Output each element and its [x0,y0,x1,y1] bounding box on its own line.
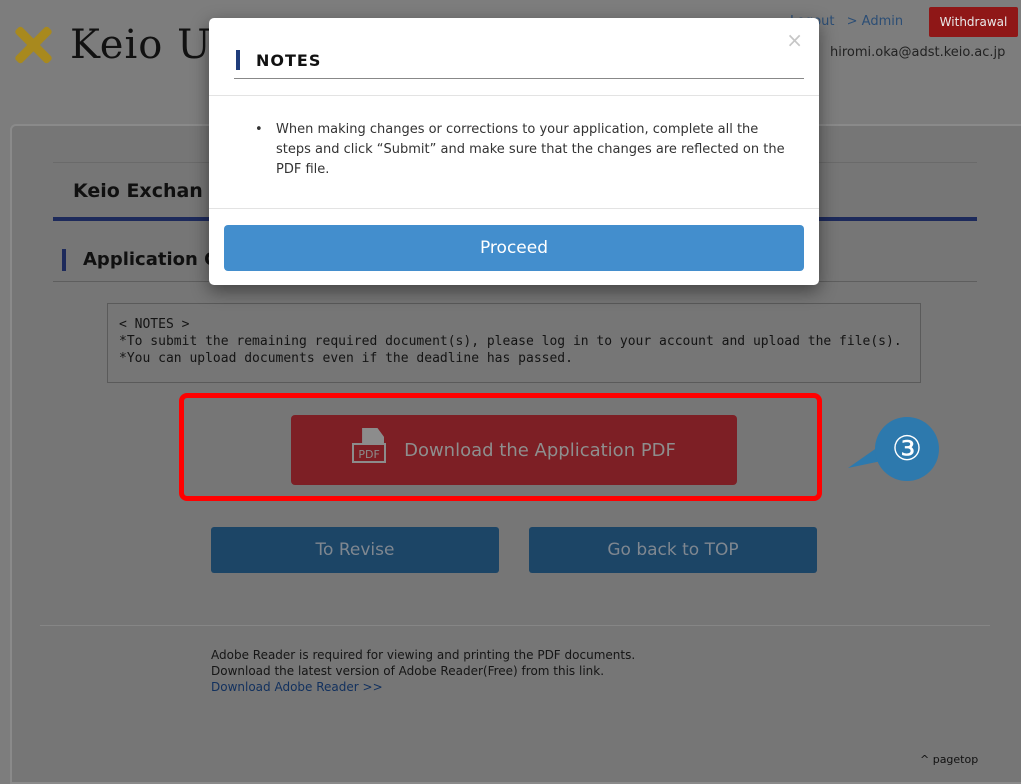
modal-header: NOTES [234,46,804,79]
logo-text: Keio U [70,22,212,68]
user-email: hiromi.oka@adst.keio.ac.jp [830,45,1006,60]
pdf-icon-label: PDF [352,443,387,463]
notes-modal: × NOTES • When making changes or correct… [209,18,819,285]
notes-line-2: *You can upload documents even if the de… [119,351,573,366]
back-to-top-button[interactable]: Go back to TOP [529,527,817,573]
adobe-reader-link[interactable]: Download Adobe Reader >> [211,679,635,695]
notes-box: < NOTES > *To submit the remaining requi… [107,303,921,383]
keio-logo-icon [12,24,54,66]
divider [40,625,990,626]
footer-line-1: Adobe Reader is required for viewing and… [211,648,636,662]
modal-divider-bottom [209,208,819,209]
download-pdf-button[interactable]: PDF Download the Application PDF [291,415,737,485]
modal-body: • When making changes or corrections to … [255,120,795,180]
admin-link[interactable]: > Admin [847,14,903,29]
section-bar [62,249,66,271]
modal-title: NOTES [256,51,322,70]
page-title: Keio Exchan [73,180,203,202]
notes-line-1: *To submit the remaining required docume… [119,334,902,349]
notes-heading: < NOTES > [119,317,190,332]
revise-button[interactable]: To Revise [211,527,499,573]
section-title: Application C [83,249,218,270]
modal-divider-top [209,95,819,96]
download-pdf-label: Download the Application PDF [404,439,676,461]
modal-body-text: When making changes or corrections to yo… [276,122,785,177]
withdrawal-button[interactable]: Withdrawal [929,7,1018,37]
footer: Adobe Reader is required for viewing and… [211,647,635,695]
modal-title-bar [236,50,240,70]
step-badge: ③ [875,417,939,481]
bullet-icon: • [255,122,263,137]
proceed-button[interactable]: Proceed [224,225,804,271]
footer-line-2: Download the latest version of Adobe Rea… [211,664,605,678]
pagetop-link[interactable]: ^ pagetop [920,753,978,766]
site-logo[interactable]: Keio U [12,22,212,68]
pdf-icon: PDF [352,428,396,472]
